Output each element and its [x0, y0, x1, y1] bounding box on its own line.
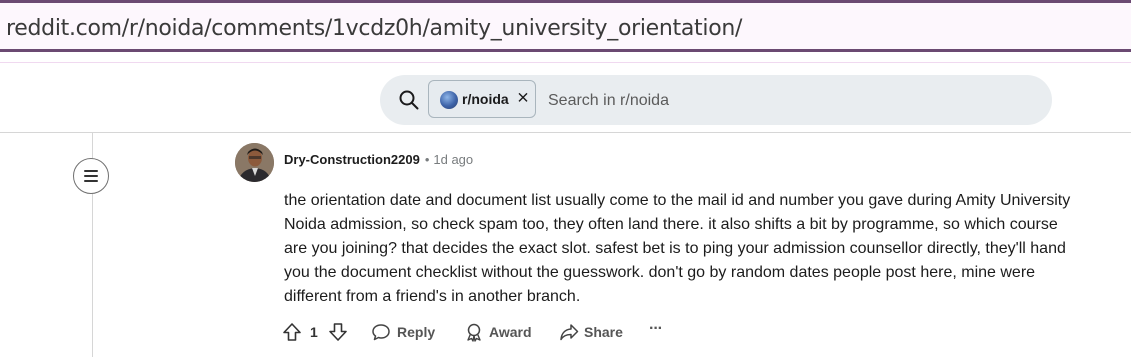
collapse-thread-button[interactable] [73, 158, 109, 194]
avatar-image [235, 143, 274, 182]
timestamp[interactable]: 1d ago [433, 152, 473, 167]
downvote-icon [329, 323, 347, 341]
community-filter-chip[interactable]: r/noida [428, 80, 536, 118]
search-bar[interactable]: r/noida [380, 75, 1052, 125]
url-text[interactable]: reddit.com/r/noida/comments/1vcdz0h/amit… [6, 16, 742, 41]
collapse-icon-line [84, 175, 98, 177]
share-icon [560, 324, 579, 341]
collapse-icon [84, 170, 98, 172]
subreddit-header: r/noida [0, 63, 1131, 133]
search-input[interactable] [546, 89, 1030, 113]
more-icon[interactable]: ··· [649, 318, 663, 340]
reply-icon [372, 324, 390, 341]
share-button[interactable]: Share [559, 321, 623, 343]
meta-separator: • [424, 152, 430, 167]
award-label: Award [489, 324, 532, 340]
downvote-button[interactable] [328, 321, 348, 343]
upvote-icon [283, 323, 301, 341]
comment-body: the orientation date and document list u… [284, 192, 1071, 305]
address-bar[interactable]: reddit.com/r/noida/comments/1vcdz0h/amit… [0, 0, 1131, 52]
community-avatar [440, 91, 458, 109]
award-icon [467, 323, 481, 342]
community-chip-label: r/noida [462, 91, 509, 107]
author-name[interactable]: Dry-Construction2209 [284, 152, 420, 167]
reply-button[interactable]: Reply [371, 321, 435, 343]
award-button[interactable]: Award [464, 321, 532, 343]
close-icon[interactable] [516, 91, 530, 107]
comment-actions: 1 Reply Award Share ··· [282, 318, 702, 343]
search-icon [399, 90, 419, 110]
reply-label: Reply [397, 324, 436, 340]
collapse-icon-line [84, 180, 98, 182]
avatar[interactable] [235, 143, 274, 182]
upvote-button[interactable] [282, 321, 302, 343]
comment-thread: Dry-Construction2209 • 1d ago the orientat… [0, 133, 1131, 357]
share-label: Share [584, 324, 623, 340]
comment-meta: Dry-Construction2209 • 1d ago [284, 152, 473, 167]
vote-count: 1 [310, 324, 318, 340]
